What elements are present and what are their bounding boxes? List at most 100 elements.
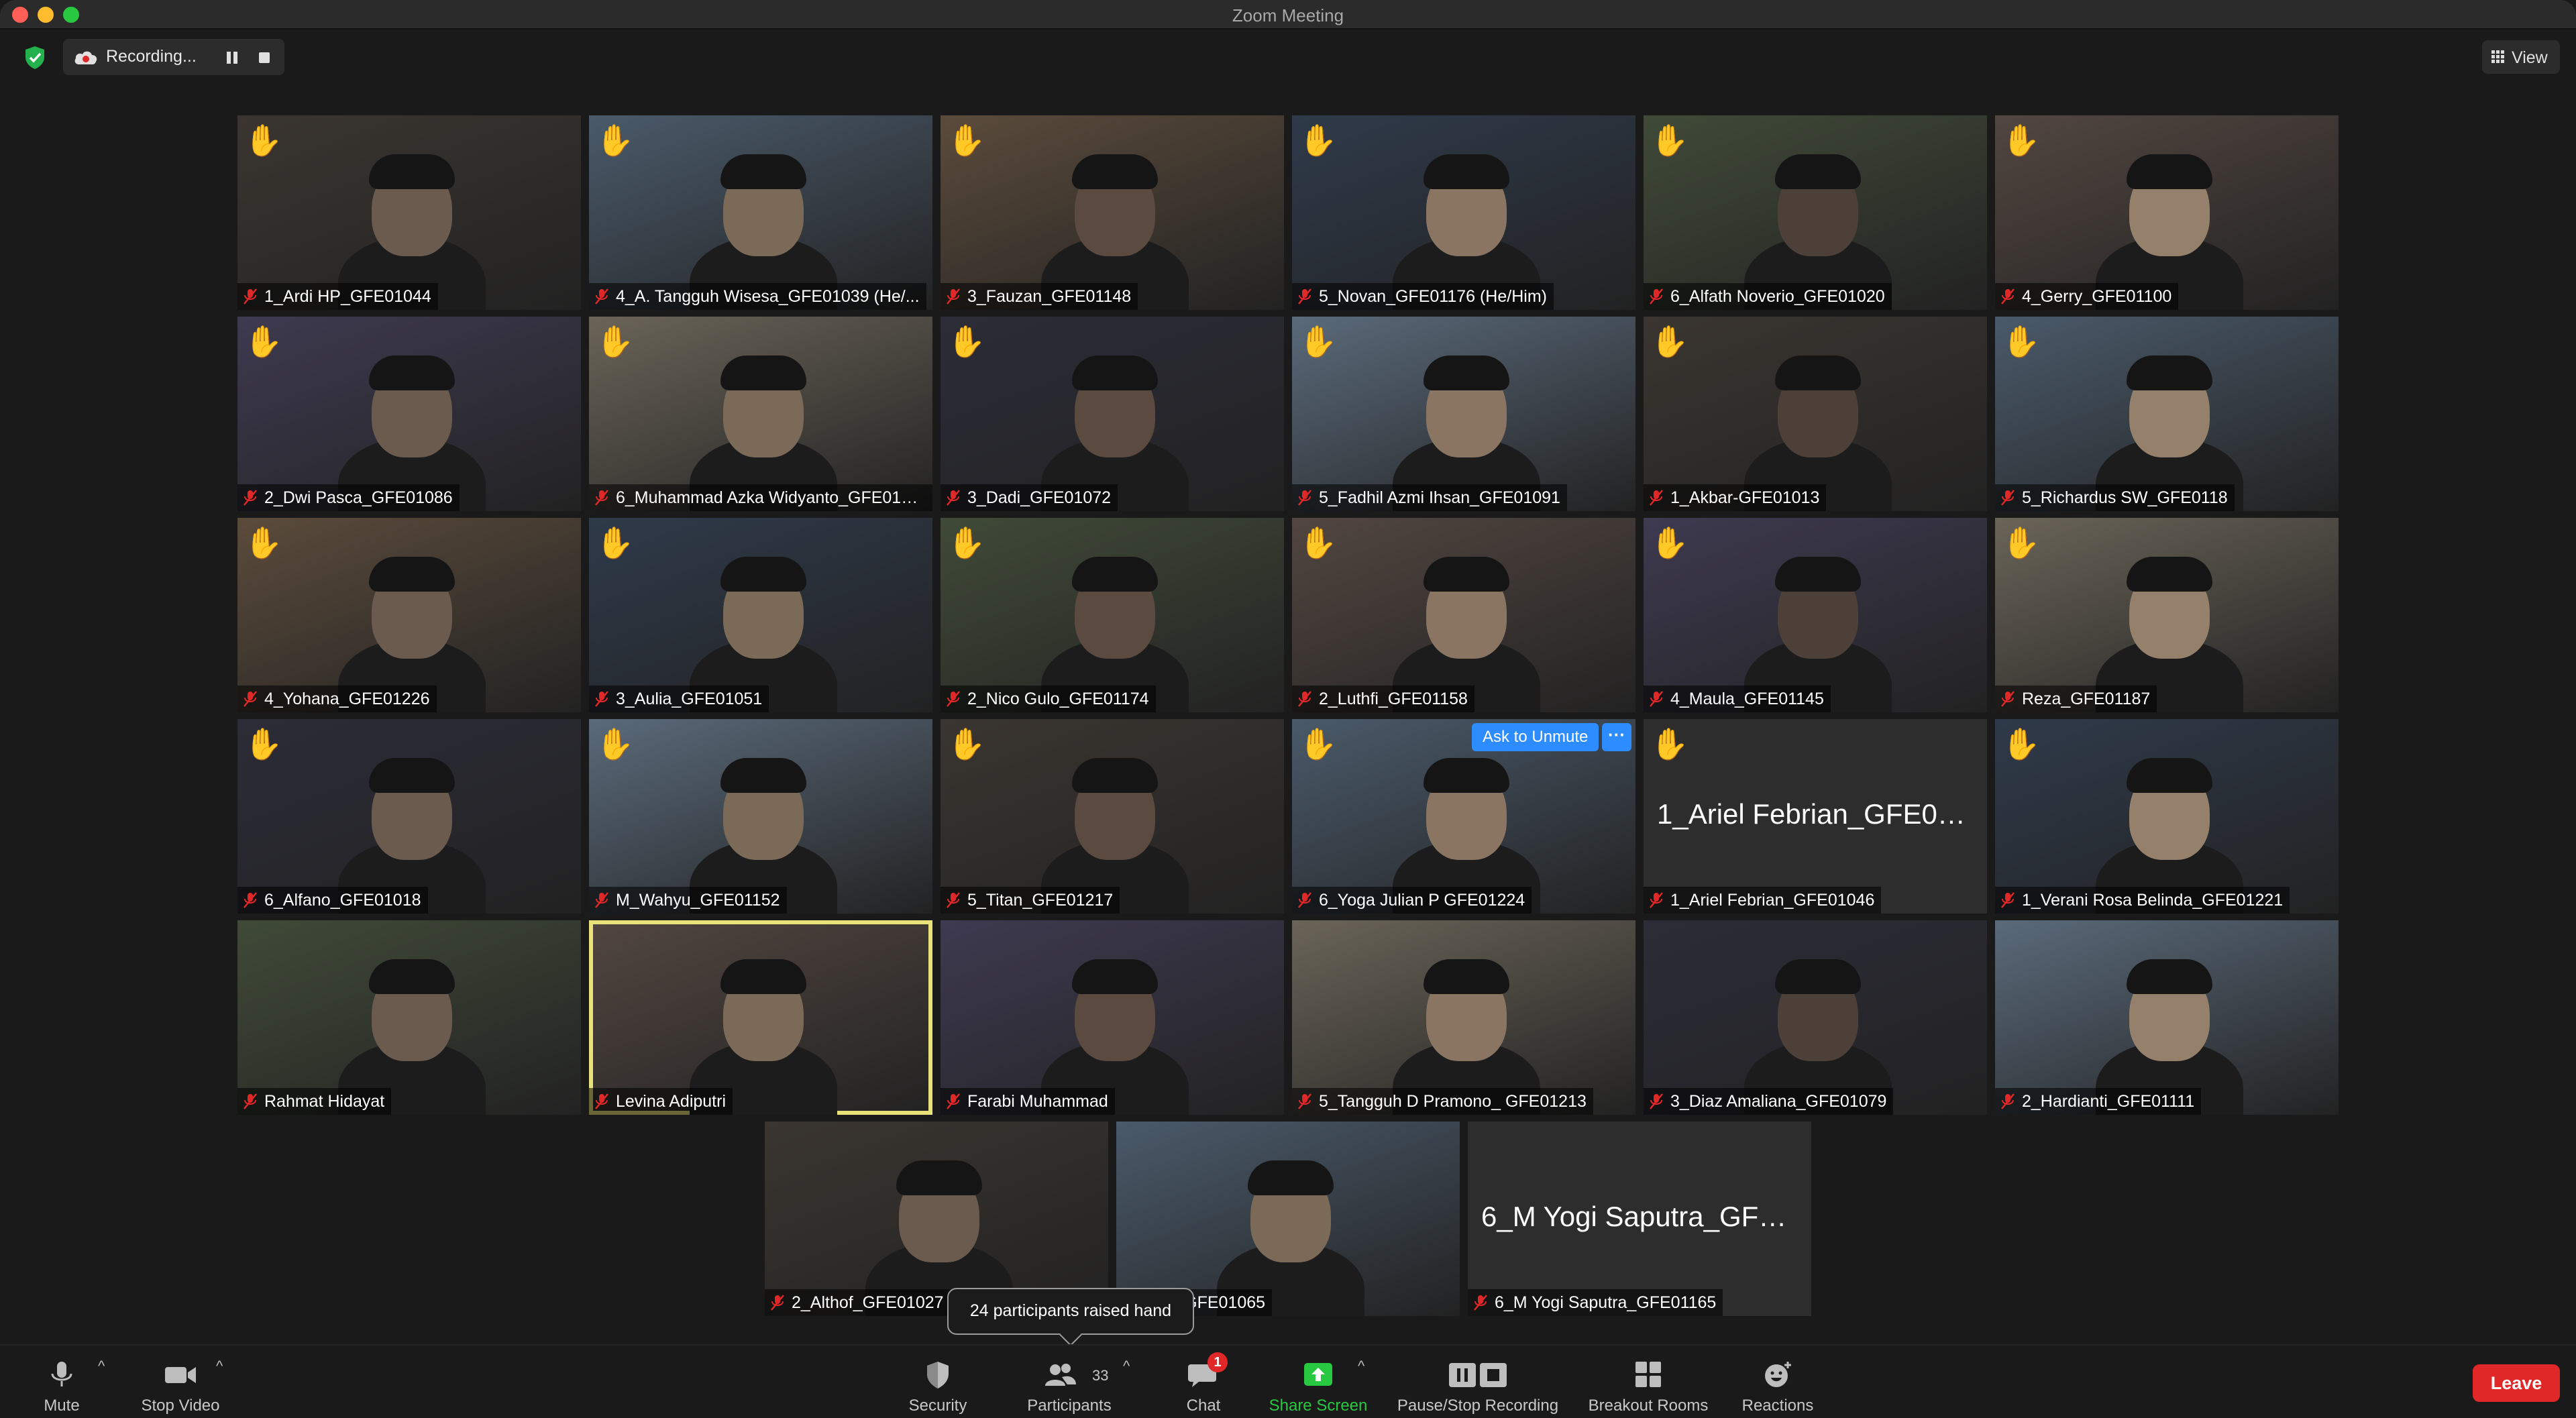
recording-label: Recording... <box>106 47 197 66</box>
participant-video-tile[interactable]: ✋ 4_Gerry_GFE01100 <box>1995 115 2339 310</box>
raised-hand-icon: ✋ <box>1650 726 1689 761</box>
encryption-shield-icon[interactable] <box>21 44 48 71</box>
raised-hand-icon: ✋ <box>947 525 986 560</box>
participant-video-tile[interactable]: ✋ 4_Yohana_GFE01226 <box>237 518 581 712</box>
participant-video-tile[interactable]: ✋ 1_Verani Rosa Belinda_GFE01221 <box>1995 719 2339 914</box>
muted-microphone-icon <box>2001 1093 2015 1109</box>
participants-icon <box>1045 1364 1076 1386</box>
participant-name-bar: 5_Titan_GFE01217 <box>941 887 1120 914</box>
participant-name: 5_Tangguh D Pramono_ GFE01213 <box>1319 1091 1587 1111</box>
pause-recording-button[interactable] <box>223 48 241 67</box>
raised-hand-icon: ✋ <box>596 525 635 560</box>
raised-hand-icon: ✋ <box>1650 123 1689 158</box>
participant-hair <box>1775 557 1861 592</box>
participant-video-tile[interactable]: ✋ 3_Fauzan_GFE01148 <box>941 115 1284 310</box>
pause-stop-recording-button[interactable]: Pause/Stop Recording <box>1389 1355 1567 1415</box>
participant-video-tile[interactable]: ✋ 1_Ardi HP_GFE01044 <box>237 115 581 310</box>
participant-name: 2_Luthfi_GFE01158 <box>1319 689 1468 708</box>
participant-name-bar: 2_Luthfi_GFE01158 <box>1292 686 1474 712</box>
participant-name: 1_Ariel Febrian_GFE01046 <box>1670 890 1875 910</box>
microphone-icon <box>51 1362 72 1386</box>
participants-options-caret[interactable]: ^ <box>1123 1358 1139 1374</box>
participant-video-tile[interactable]: ✋ 2_Dwi Pasca_GFE01086 <box>237 317 581 511</box>
chat-button[interactable]: 1 Chat <box>1170 1352 1237 1415</box>
participant-hair <box>2127 557 2212 592</box>
mute-button[interactable]: Mute <box>27 1355 97 1415</box>
participant-name: 4_A. Tangguh Wisesa_GFE01039 (He/... <box>616 286 920 306</box>
participant-video-tile[interactable]: ✋ 2_Luthfi_GFE01158 <box>1292 518 1635 712</box>
chat-label: Chat <box>1186 1397 1221 1415</box>
participant-name-bar: 5_Fadhil Azmi Ihsan_GFE01091 <box>1292 484 1567 511</box>
security-button[interactable]: Security <box>896 1355 979 1415</box>
participant-video-tile[interactable]: ✋ 6_Alfath Noverio_GFE01020 <box>1644 115 1987 310</box>
participant-video-tile[interactable]: ✋ M_Wahyu_GFE01152 <box>589 719 932 914</box>
participant-video-tile[interactable]: ✋ 3_Aulia_GFE01051 <box>589 518 932 712</box>
participant-video-tile[interactable]: ✋ 5_Titan_GFE01217 <box>941 719 1284 914</box>
participant-name-bar: 1_Ardi HP_GFE01044 <box>237 283 438 310</box>
participant-video-tile[interactable]: ✋ 4_Maula_GFE01145 <box>1644 518 1987 712</box>
muted-microphone-icon <box>947 1093 960 1109</box>
muted-microphone-icon <box>947 490 960 506</box>
participant-hair <box>2127 959 2212 994</box>
muted-microphone-icon <box>1298 490 1311 506</box>
participant-name: 3_Diaz Amaliana_GFE01079 <box>1670 1091 1887 1111</box>
participant-video-tile[interactable]: ✋ 5_Novan_GFE01176 (He/Him) <box>1292 115 1635 310</box>
participants-count: 33 <box>1092 1367 1109 1384</box>
participant-video-tile[interactable]: Rahmat Hidayat <box>237 920 581 1115</box>
ask-to-unmute-button[interactable]: Ask to Unmute <box>1472 723 1599 751</box>
muted-microphone-icon <box>1298 691 1311 707</box>
participants-button[interactable]: 33 Participants <box>1014 1355 1124 1415</box>
video-options-caret[interactable]: ^ <box>216 1358 232 1374</box>
muted-microphone-icon <box>2001 490 2015 506</box>
participant-video-tile[interactable]: ✋ 3_Dadi_GFE01072 <box>941 317 1284 511</box>
participant-video-tile[interactable]: 5_Tangguh D Pramono_ GFE01213 <box>1292 920 1635 1115</box>
participant-video-tile[interactable]: ✋ 5_Richardus SW_GFE0118 <box>1995 317 2339 511</box>
participant-video-tile[interactable]: 2_Hardianti_GFE01111 <box>1995 920 2339 1115</box>
leave-button[interactable]: Leave <box>2473 1364 2560 1402</box>
raised-hand-icon: ✋ <box>244 123 283 158</box>
view-button[interactable]: View <box>2482 40 2560 74</box>
muted-microphone-icon <box>1298 892 1311 908</box>
participant-video-tile[interactable]: 3_Diaz Amaliana_GFE01079 <box>1644 920 1987 1115</box>
participant-name-bar: 4_Yohana_GFE01226 <box>237 686 437 712</box>
raised-hand-icon: ✋ <box>947 726 986 761</box>
participant-video-tile[interactable]: Levina Adiputri <box>589 920 932 1115</box>
audio-options-caret[interactable]: ^ <box>98 1358 114 1374</box>
participant-name-bar: M_Wahyu_GFE01152 <box>589 887 787 914</box>
participant-video-tile[interactable]: 2_Althof_GFE01027 <box>765 1122 1108 1316</box>
reactions-label: Reactions <box>1741 1397 1814 1415</box>
participant-name-bar: 6_Alfath Noverio_GFE01020 <box>1644 283 1892 310</box>
participant-video-tile[interactable]: ✋ Ask to Unmute ··· 6_Yoga Julian P GFE0122… <box>1292 719 1635 914</box>
participant-name-bar: 6_Muhammad Azka Widyanto_GFE01056 <box>589 484 932 511</box>
participant-video-tile[interactable]: ✋ 1_Akbar-GFE01013 <box>1644 317 1987 511</box>
raised-hand-icon: ✋ <box>1299 525 1338 560</box>
participant-video-tile[interactable]: ✋ 6_Alfano_GFE01018 <box>237 719 581 914</box>
participant-name-bar: Rahmat Hidayat <box>237 1088 392 1115</box>
participant-video-tile[interactable]: ...ey_GFE01065 <box>1116 1122 1460 1316</box>
participant-hair <box>369 154 455 189</box>
share-options-caret[interactable]: ^ <box>1358 1358 1374 1374</box>
participant-hair <box>1072 557 1158 592</box>
participant-video-tile[interactable]: Farabi Muhammad <box>941 920 1284 1115</box>
participant-video-tile[interactable]: 1_Ariel Febrian_GFE01046 ✋ 1_Ariel Febrian… <box>1644 719 1987 914</box>
reactions-button[interactable]: Reactions <box>1732 1355 1823 1415</box>
meeting-toolbar: Mute ^ Stop Video ^ Security 33 Particip… <box>0 1344 2576 1418</box>
tile-more-options-button[interactable]: ··· <box>1602 723 1631 751</box>
participant-name: Farabi Muhammad <box>967 1091 1108 1111</box>
participant-video-tile[interactable]: ✋ 2_Nico Gulo_GFE01174 <box>941 518 1284 712</box>
participant-video-tile[interactable]: ✋ 5_Fadhil Azmi Ihsan_GFE01091 <box>1292 317 1635 511</box>
muted-microphone-icon <box>1650 892 1663 908</box>
breakout-rooms-button[interactable]: Breakout Rooms <box>1580 1355 1716 1415</box>
participant-hair <box>1424 758 1509 793</box>
stop-recording-button[interactable] <box>255 48 274 67</box>
participant-video-tile[interactable]: ✋ 6_Muhammad Azka Widyanto_GFE01056 <box>589 317 932 511</box>
participant-name: Rahmat Hidayat <box>264 1091 385 1111</box>
participant-hair <box>1424 356 1509 390</box>
participant-video-tile[interactable]: 6_M Yogi Saputra_GFE01... 6_M Yogi Saputr… <box>1468 1122 1811 1316</box>
muted-microphone-icon <box>947 691 960 707</box>
participant-video-tile[interactable]: ✋ 4_A. Tangguh Wisesa_GFE01039 (He/... <box>589 115 932 310</box>
participant-name: 5_Richardus SW_GFE0118 <box>2022 488 2228 507</box>
participant-video-tile[interactable]: ✋ Reza_GFE01187 <box>1995 518 2339 712</box>
muted-microphone-icon <box>947 892 960 908</box>
participant-hair <box>1424 154 1509 189</box>
